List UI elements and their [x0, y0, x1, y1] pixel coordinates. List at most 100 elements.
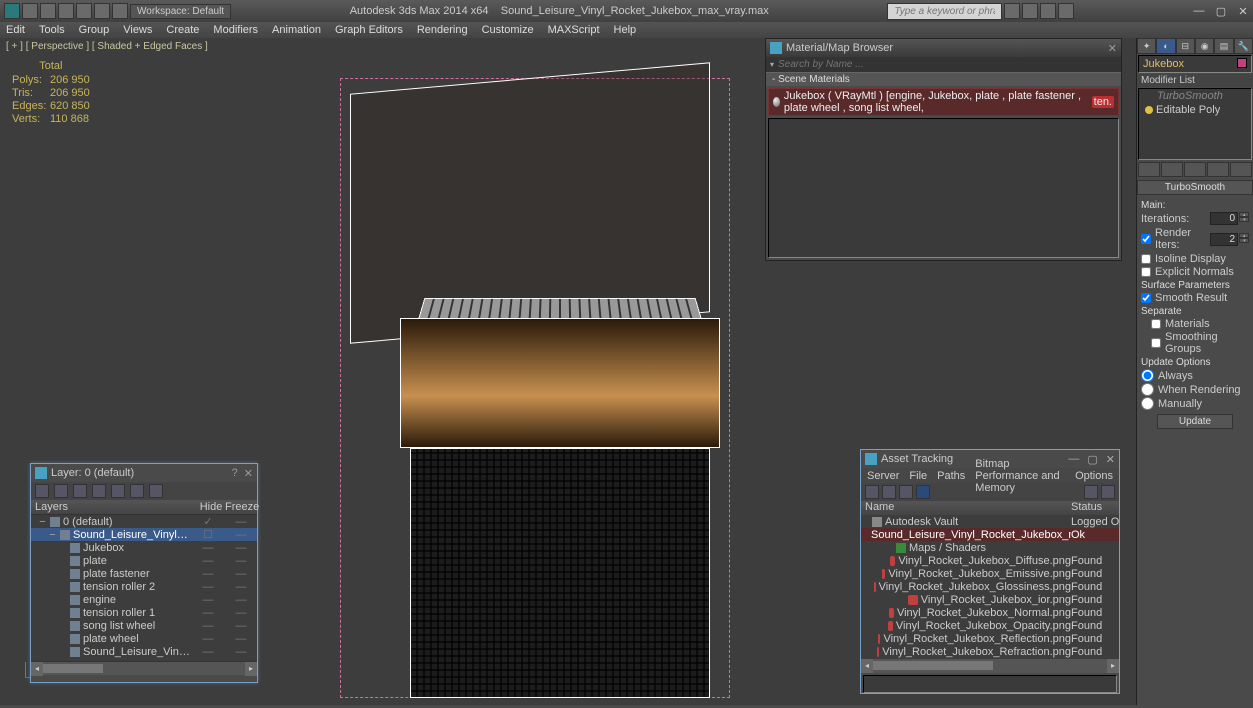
ap-col-name[interactable]: Name [861, 501, 1071, 515]
mmb-material-item[interactable]: Jukebox ( VRayMtl ) [engine, Jukebox, pl… [768, 88, 1119, 116]
layer-row[interactable]: −Sound_Leisure_Vinyl_Rocket_Jukebox☐— [31, 528, 257, 541]
help-search-input[interactable] [887, 3, 1002, 20]
menu-views[interactable]: Views [123, 24, 152, 36]
menu-modifiers[interactable]: Modifiers [213, 24, 258, 36]
layer-row[interactable]: song list wheel—— [31, 619, 257, 632]
asset-row[interactable]: Vinyl_Rocket_Jukebox_ior.pngFound [861, 593, 1119, 606]
layer-row[interactable]: tension roller 1—— [31, 606, 257, 619]
viewport-label[interactable]: [ + ] [ Perspective ] [ Shaded + Edged F… [6, 41, 208, 52]
asset-row[interactable]: Vinyl_Rocket_Jukebox_Normal.pngFound [861, 606, 1119, 619]
scroll-thumb[interactable] [43, 664, 103, 673]
iterations-input[interactable] [1210, 212, 1238, 225]
asset-menu-server[interactable]: Server [867, 470, 899, 482]
qat-undo-icon[interactable] [76, 3, 92, 19]
layer-row[interactable]: Sound_Leisure_Vinyl_Rocket_Jukebox—— [31, 645, 257, 658]
asset-close-button[interactable]: ✕ [1106, 453, 1115, 466]
modifier-stack[interactable]: TurboSmooth Editable Poly [1138, 88, 1252, 160]
maximize-button[interactable]: ▢ [1215, 5, 1227, 17]
scroll-left-icon[interactable]: ◂ [861, 659, 873, 673]
lp-add-icon[interactable] [73, 484, 87, 498]
asset-menu-bitmap[interactable]: Bitmap Performance and Memory [975, 458, 1065, 494]
render-iters-input[interactable] [1210, 233, 1238, 246]
mmb-search-input[interactable] [778, 59, 1117, 70]
close-button[interactable]: ✕ [1237, 5, 1249, 17]
lp-select-icon[interactable] [92, 484, 106, 498]
stack-pin-icon[interactable] [1138, 162, 1160, 177]
asset-row[interactable]: Autodesk VaultLogged O [861, 515, 1119, 528]
ap-status-icon[interactable] [916, 485, 930, 499]
stack-unique-icon[interactable] [1184, 162, 1206, 177]
menu-rendering[interactable]: Rendering [417, 24, 468, 36]
search-icon[interactable] [1004, 3, 1020, 19]
smooth-result-checkbox[interactable] [1141, 293, 1151, 303]
update-button[interactable]: Update [1157, 414, 1233, 429]
spinner-down-icon[interactable]: ▾ [1239, 238, 1249, 243]
asset-min-button[interactable]: — [1068, 453, 1079, 466]
ap-tree-icon[interactable] [865, 485, 879, 499]
selected-object-name[interactable]: Jukebox [1143, 58, 1184, 70]
asset-row[interactable]: Sound_Leisure_Vinyl_Rocket_Jukebox_max_v… [861, 528, 1119, 541]
asset-hscrollbar[interactable]: ◂ ▸ [861, 659, 1119, 673]
menu-maxscript[interactable]: MAXScript [548, 24, 600, 36]
menu-tools[interactable]: Tools [39, 24, 65, 36]
menu-group[interactable]: Group [79, 24, 110, 36]
lp-col-hide[interactable]: Hide [197, 501, 225, 513]
bulb-icon[interactable] [1145, 106, 1153, 114]
exchange-icon[interactable] [1040, 3, 1056, 19]
sep-smoothing-checkbox[interactable] [1151, 338, 1161, 348]
layer-row[interactable]: engine—— [31, 593, 257, 606]
lp-col-layers[interactable]: Layers [31, 501, 197, 513]
asset-row[interactable]: Maps / Shaders [861, 541, 1119, 554]
stack-editable-poly[interactable]: Editable Poly [1139, 103, 1251, 117]
tab-modify[interactable]: ◐ [1156, 38, 1175, 54]
isoline-checkbox[interactable] [1141, 254, 1151, 264]
lp-delete-icon[interactable] [54, 484, 68, 498]
ap-refresh-icon[interactable] [1084, 485, 1098, 499]
stack-remove-icon[interactable] [1207, 162, 1229, 177]
stack-config-icon[interactable] [1230, 162, 1252, 177]
mmb-close-button[interactable]: ✕ [1108, 42, 1117, 55]
asset-row[interactable]: Vinyl_Rocket_Jukebox_Glossiness.pngFound [861, 580, 1119, 593]
asset-row[interactable]: Vinyl_Rocket_Jukebox_Refraction.pngFound [861, 645, 1119, 658]
asset-row[interactable]: Vinyl_Rocket_Jukebox_Emissive.pngFound [861, 567, 1119, 580]
lp-hide-icon[interactable] [130, 484, 144, 498]
scroll-right-icon[interactable]: ▸ [1107, 659, 1119, 673]
render-iters-checkbox[interactable] [1141, 234, 1151, 244]
asset-row[interactable]: Vinyl_Rocket_Jukebox_Reflection.pngFound [861, 632, 1119, 645]
layers-close-button[interactable]: ✕ [244, 467, 253, 480]
asset-row[interactable]: Vinyl_Rocket_Jukebox_Opacity.pngFound [861, 619, 1119, 632]
layer-row[interactable]: plate fastener—— [31, 567, 257, 580]
menu-customize[interactable]: Customize [482, 24, 534, 36]
layer-row[interactable]: plate—— [31, 554, 257, 567]
scroll-thumb[interactable] [873, 661, 993, 670]
qat-link-icon[interactable] [112, 3, 128, 19]
layers-help-button[interactable]: ? [232, 467, 238, 480]
qat-redo-icon[interactable] [94, 3, 110, 19]
lp-freeze-icon[interactable] [149, 484, 163, 498]
update-rendering-radio[interactable] [1141, 383, 1154, 396]
menu-graph-editors[interactable]: Graph Editors [335, 24, 403, 36]
layer-row[interactable]: −0 (default)✓— [31, 515, 257, 528]
scroll-left-icon[interactable]: ◂ [31, 662, 43, 676]
menu-animation[interactable]: Animation [272, 24, 321, 36]
stack-show-icon[interactable] [1161, 162, 1183, 177]
explicit-checkbox[interactable] [1141, 267, 1151, 277]
update-manually-radio[interactable] [1141, 397, 1154, 410]
scroll-right-icon[interactable]: ▸ [245, 662, 257, 676]
tab-display[interactable]: ▤ [1214, 38, 1233, 54]
menu-help[interactable]: Help [614, 24, 637, 36]
menu-create[interactable]: Create [166, 24, 199, 36]
layers-body[interactable]: −0 (default)✓—−Sound_Leisure_Vinyl_Rocke… [31, 515, 257, 661]
rollout-turbosmooth-header[interactable]: TurboSmooth [1137, 180, 1253, 195]
star-icon[interactable] [1022, 3, 1038, 19]
asset-menu-file[interactable]: File [909, 470, 927, 482]
qat-new-icon[interactable] [22, 3, 38, 19]
tab-motion[interactable]: ◉ [1195, 38, 1214, 54]
viewport-object[interactable] [330, 68, 730, 708]
lp-highlight-icon[interactable] [111, 484, 125, 498]
mmb-options-icon[interactable]: ▾ [770, 60, 774, 69]
minimize-button[interactable]: — [1193, 5, 1205, 17]
help-icon[interactable] [1058, 3, 1074, 19]
object-color-swatch[interactable] [1237, 58, 1247, 68]
layer-row[interactable]: Jukebox—— [31, 541, 257, 554]
